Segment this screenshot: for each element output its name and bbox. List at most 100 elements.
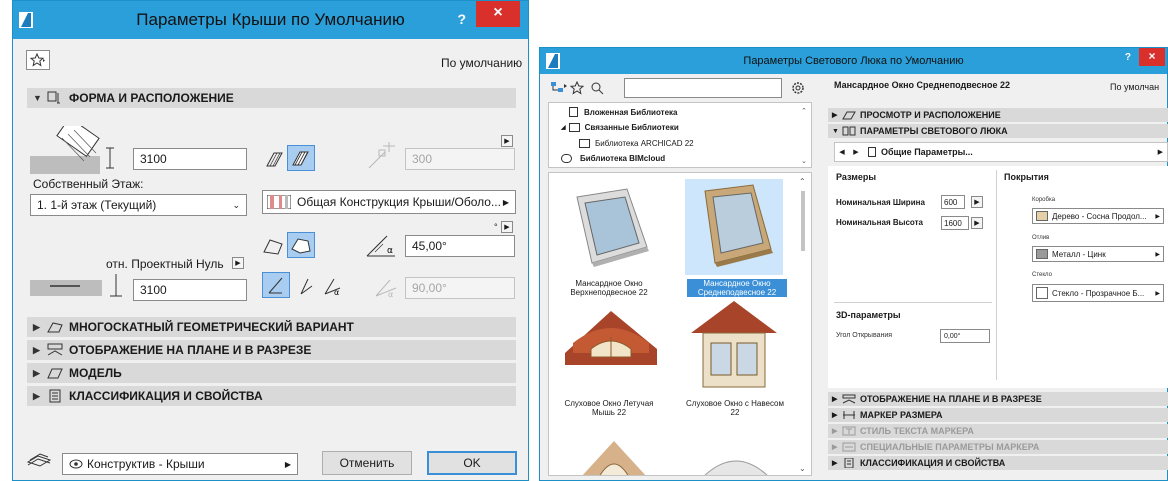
section-label: МАРКЕР РАЗМЕРА <box>860 410 943 420</box>
section-plan-section[interactable]: ▶ ОТОБРАЖЕНИЕ НА ПЛАНЕ И В РАЗРЕЗЕ <box>828 392 1168 406</box>
glass-label: Стекло <box>1032 272 1052 278</box>
section-dimension-marker[interactable]: ▶ МАРКЕР РАЗМЕРА <box>828 408 1168 422</box>
section-label: ПАРАМЕТРЫ СВЕТОВОГО ЛЮКА <box>860 126 1008 136</box>
section-model[interactable]: ▶ МОДЕЛЬ <box>27 363 516 383</box>
section-classification[interactable]: ▶ КЛАССИФИКАЦИЯ И СВОЙСТВА <box>828 456 1168 470</box>
pitch-type-button[interactable] <box>262 272 290 298</box>
triangle-right-icon: ▶ <box>33 367 40 378</box>
triangle-right-icon: ▶ <box>1155 290 1160 297</box>
offset-disabled-icon <box>368 142 395 169</box>
floor-plan-icon <box>47 343 63 356</box>
forward-button[interactable]: ▶ <box>849 148 863 156</box>
search-icon[interactable] <box>590 81 604 95</box>
composite-value: Общая Конструкция Крыши/Оболо... <box>297 195 501 209</box>
triangle-right-icon: ▶ <box>1157 149 1163 156</box>
elevation-input[interactable]: 3100 <box>133 279 247 301</box>
dome-skylight-image[interactable] <box>699 445 773 476</box>
dormer-round-image[interactable] <box>579 437 649 476</box>
close-button[interactable]: × <box>1139 48 1165 66</box>
tree-item-archicad22[interactable]: Библиотека ARCHICAD 22 <box>579 139 694 148</box>
triangle-down-icon: ▼ <box>33 93 42 103</box>
pitch-alpha-icon[interactable]: α <box>322 276 346 296</box>
tree-item-bimcloud[interactable]: Библиотека BIMcloud <box>561 154 665 163</box>
height-unit-button[interactable]: ▶ <box>971 217 983 229</box>
roof-dialog-titlebar[interactable]: Параметры Крыши по Умолчанию ? × <box>13 1 528 39</box>
glass-material-select[interactable]: Стекло - Прозрачное Б... ▶ <box>1032 284 1164 302</box>
cancel-button[interactable]: Отменить <box>322 451 412 475</box>
back-button[interactable]: ◀ <box>835 148 849 156</box>
section-floor-plan[interactable]: ▶ ОТОБРАЖЕНИЕ НА ПЛАНЕ И В РАЗРЕЗЕ <box>27 340 516 360</box>
classification-icon <box>844 458 854 468</box>
home-story-select[interactable]: 1. 1-й этаж (Текущий) ⌄ <box>30 194 247 216</box>
ok-button[interactable]: OK <box>427 451 517 475</box>
layer-icon <box>26 453 52 467</box>
params-page-label[interactable]: Общие Параметры... <box>881 147 1158 157</box>
eye-icon <box>69 459 83 469</box>
cloud-library-icon <box>561 154 572 163</box>
reference-button[interactable]: ▶ <box>232 257 244 269</box>
star-icon[interactable] <box>570 81 584 95</box>
trim-material-select[interactable]: Металл - Цинк ▶ <box>1032 246 1164 262</box>
open-angle-input[interactable]: 0,00° <box>940 329 990 343</box>
section-shape-position[interactable]: ▼ ФОРМА И РАСПОЛОЖЕНИЕ <box>27 88 516 108</box>
folder-icon <box>568 123 580 132</box>
section-classification[interactable]: ▶ КЛАССИФИКАЦИЯ И СВОЙСТВА <box>27 386 516 406</box>
triangle-right-icon: ▶ <box>33 321 40 332</box>
pitch-angle-icon: α <box>366 235 395 257</box>
triangle-right-icon: ▶ <box>832 412 838 419</box>
pitch-double-icon[interactable] <box>298 276 316 296</box>
section-skylight-params[interactable]: ▼ ПАРАМЕТРЫ СВЕТОВОГО ЛЮКА <box>828 124 1168 138</box>
svg-text:α: α <box>388 290 393 298</box>
frame-material-select[interactable]: Дерево - Сосна Продол... ▶ <box>1032 208 1164 224</box>
hatch-outline-icon[interactable] <box>264 149 286 169</box>
section-label: ФОРМА И РАСПОЛОЖЕНИЕ <box>69 91 234 105</box>
pitch-slope-icon <box>268 277 283 294</box>
pitch-unit-button[interactable]: ▶ <box>501 221 513 233</box>
section-multi-plane[interactable]: ▶ МНОГОСКАТНЫЙ ГЕОМЕТРИЧЕСКИЙ ВАРИАНТ <box>27 317 516 337</box>
dormer-canopy-image[interactable] <box>689 297 779 393</box>
triangle-right-icon: ▶ <box>832 428 838 435</box>
favorites-button[interactable] <box>26 50 50 70</box>
help-button[interactable]: ? <box>457 11 466 27</box>
close-button[interactable]: × <box>476 1 520 27</box>
column-divider <box>996 170 997 380</box>
roof-thickness-illustration <box>30 126 114 174</box>
tree-item-embedded[interactable]: Вложенная Библиотека <box>569 107 677 117</box>
pitch-input[interactable]: 45,00° <box>405 235 515 257</box>
height-input[interactable]: 1600 <box>941 216 969 230</box>
offset-input: 300 <box>405 148 515 170</box>
layer-select[interactable]: Конструктив - Крыши ▶ <box>62 453 298 475</box>
skylight-top-hung-image[interactable] <box>567 187 657 267</box>
roof-dialog-title: Параметры Крыши по Умолчанию <box>136 10 405 29</box>
plane-filled-button[interactable] <box>287 232 315 258</box>
width-input[interactable]: 600 <box>941 195 965 209</box>
tree-item-label: Библиотека ARCHICAD 22 <box>595 139 694 148</box>
tree-item-linked[interactable]: ◢ Связанные Библиотеки <box>561 123 679 132</box>
skylight-center-pivot-image[interactable] <box>691 183 781 267</box>
help-button[interactable]: ? <box>1125 52 1131 63</box>
open-angle-label: Угол Открывания <box>836 332 893 339</box>
floor-plan-icon <box>842 394 856 404</box>
page-list-icon <box>868 147 876 157</box>
dormer-bat-image[interactable] <box>563 303 659 369</box>
frame-label: Коробка <box>1032 197 1056 203</box>
expand-settings-button[interactable]: ▶ <box>501 135 513 147</box>
composite-select[interactable]: Общая Конструкция Крыши/Оболо... ▶ <box>262 190 516 214</box>
tree-item-label: Связанные Библиотеки <box>584 123 679 132</box>
tree-scrollbar[interactable]: ⌃ ⌄ <box>801 107 809 165</box>
degree-marker: ° <box>494 222 498 232</box>
material-swatch <box>1036 249 1048 259</box>
section-preview-position[interactable]: ▶ ПРОСМОТР И РАСПОЛОЖЕНИЕ <box>828 108 1168 122</box>
triangle-right-icon: ▶ <box>832 460 838 467</box>
hatch-fill-button[interactable] <box>287 145 315 171</box>
skylight-dialog-titlebar[interactable]: Параметры Светового Люка по Умолчанию ? … <box>540 48 1167 74</box>
multi-plane-icon <box>47 322 63 333</box>
text-style-icon <box>842 426 856 436</box>
width-unit-button[interactable]: ▶ <box>971 196 983 208</box>
search-input[interactable] <box>624 78 782 98</box>
plane-outline-icon[interactable] <box>262 236 284 256</box>
thickness-input[interactable]: 3100 <box>133 148 247 170</box>
library-tree-icon[interactable] <box>550 81 568 95</box>
gear-icon[interactable] <box>790 80 808 96</box>
grid-scrollbar[interactable]: ⌃ ⌄ <box>799 177 809 473</box>
